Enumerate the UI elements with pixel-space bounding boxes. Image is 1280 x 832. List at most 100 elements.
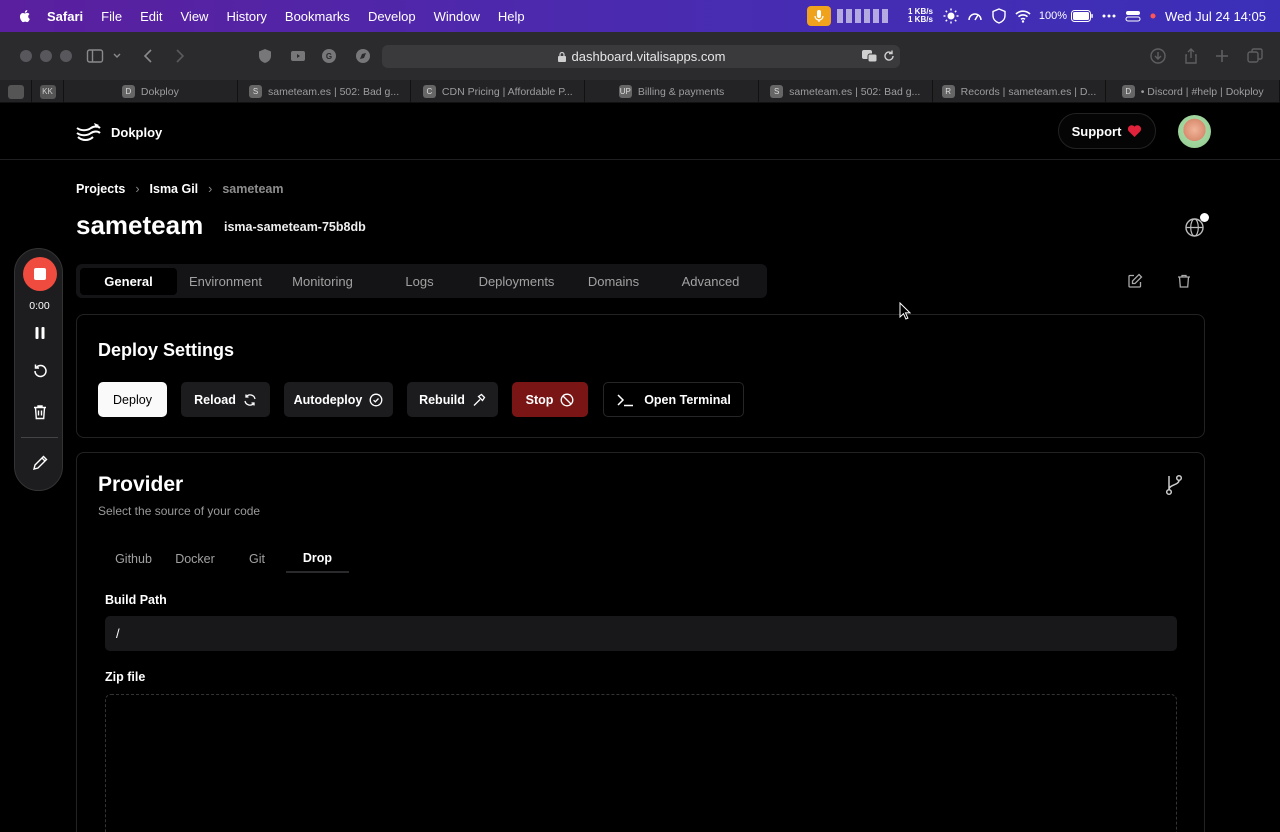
- provider-tab-git[interactable]: Git: [228, 544, 286, 573]
- microphone-icon[interactable]: [807, 6, 831, 26]
- menu-history[interactable]: History: [226, 9, 266, 24]
- open-terminal-button[interactable]: Open Terminal: [603, 382, 744, 417]
- browser-tab[interactable]: UP Billing & payments: [585, 80, 759, 103]
- tab-advanced[interactable]: Advanced: [662, 268, 759, 295]
- stop-recording-button[interactable]: [23, 257, 57, 291]
- macos-menu-bar: Safari File Edit View History Bookmarks …: [0, 0, 1280, 32]
- user-avatar[interactable]: [1178, 115, 1211, 148]
- status-dot: [1200, 213, 1209, 222]
- reload-icon[interactable]: [882, 49, 896, 63]
- tab-overview-icon[interactable]: [1246, 47, 1264, 65]
- breadcrumb-project[interactable]: Isma Gil: [150, 182, 199, 196]
- window-controls: [20, 50, 72, 62]
- menu-view[interactable]: View: [181, 9, 209, 24]
- menu-file[interactable]: File: [101, 9, 122, 24]
- tab-domains[interactable]: Domains: [565, 268, 662, 295]
- reload-button[interactable]: Reload: [181, 382, 270, 417]
- menu-edit[interactable]: Edit: [140, 9, 162, 24]
- autodeploy-button[interactable]: Autodeploy: [284, 382, 393, 417]
- chevron-down-icon[interactable]: [112, 47, 122, 65]
- provider-subtitle: Select the source of your code: [98, 504, 261, 518]
- more-icon[interactable]: [1101, 8, 1117, 24]
- provider-tab-github[interactable]: Github: [105, 544, 162, 573]
- network-speed[interactable]: 1 KB/s 1 KB/s: [908, 8, 933, 24]
- delete-recording-icon[interactable]: [31, 403, 49, 421]
- menu-app-name[interactable]: Safari: [47, 9, 83, 24]
- recorder-divider: [21, 437, 58, 438]
- forward-icon[interactable]: [170, 47, 188, 65]
- pinned-tab-favicon: KK: [39, 84, 56, 99]
- minimize-window-button[interactable]: [40, 50, 52, 62]
- edit-icon[interactable]: [1127, 273, 1143, 289]
- extension-media-icon[interactable]: [289, 47, 307, 65]
- browser-tab[interactable]: R Records | sameteam.es | D...: [933, 80, 1107, 103]
- menu-bookmarks[interactable]: Bookmarks: [285, 9, 350, 24]
- close-window-button[interactable]: [20, 50, 32, 62]
- provider-tab-docker[interactable]: Docker: [162, 544, 228, 573]
- back-icon[interactable]: [140, 47, 158, 65]
- wifi-icon[interactable]: [1015, 8, 1031, 24]
- battery-icon[interactable]: [1071, 8, 1093, 24]
- tab-environment[interactable]: Environment: [177, 268, 274, 295]
- support-button[interactable]: Support: [1058, 113, 1156, 149]
- browser-tab[interactable]: Ssameteam.es | 502: Bad g...: [759, 80, 933, 103]
- translate-icon[interactable]: [861, 48, 878, 64]
- menu-window[interactable]: Window: [434, 9, 480, 24]
- network-down: 1 KB/s: [908, 15, 933, 24]
- download-icon[interactable]: [1149, 47, 1167, 65]
- git-branch-icon[interactable]: [1164, 474, 1184, 496]
- extension-compass-icon[interactable]: [354, 47, 372, 65]
- apple-icon[interactable]: [17, 8, 33, 24]
- browser-tab[interactable]: D Dokploy: [64, 80, 238, 103]
- tab-title: • Discord | #help | Dokploy: [1140, 85, 1264, 98]
- autodeploy-label: Autodeploy: [293, 392, 363, 407]
- zip-dropzone[interactable]: [105, 694, 1177, 832]
- browser-tab[interactable]: D • Discord | #help | Dokploy: [1106, 80, 1280, 103]
- menu-develop[interactable]: Develop: [368, 9, 416, 24]
- extension-web-icon[interactable]: G: [320, 47, 338, 65]
- breadcrumb-projects[interactable]: Projects: [76, 182, 125, 196]
- tab-title: Billing & payments: [637, 85, 725, 98]
- browser-tab[interactable]: C CDN Pricing | Affordable P...: [411, 80, 586, 103]
- globe-icon[interactable]: [1184, 213, 1209, 238]
- brightness-icon[interactable]: [943, 8, 959, 24]
- vpn-icon[interactable]: [991, 8, 1007, 24]
- trash-icon[interactable]: [1176, 273, 1192, 289]
- new-tab-icon[interactable]: [1213, 47, 1231, 65]
- extension-shield-icon[interactable]: [256, 47, 274, 65]
- pinned-tab[interactable]: KK: [32, 80, 64, 103]
- tab-deployments[interactable]: Deployments: [468, 268, 565, 295]
- tab-general[interactable]: General: [80, 267, 177, 295]
- menu-help[interactable]: Help: [498, 9, 525, 24]
- recording-time: 0:00: [29, 300, 50, 312]
- share-icon[interactable]: [1182, 47, 1200, 65]
- rebuild-button[interactable]: Rebuild: [407, 382, 498, 417]
- control-center-icon[interactable]: [1125, 8, 1141, 24]
- brand-logo[interactable]: Dokploy: [74, 120, 162, 144]
- zip-file-label: Zip file: [105, 670, 146, 684]
- lock-icon: [557, 51, 566, 62]
- page-title: sameteam: [76, 210, 204, 240]
- system-stats-icon[interactable]: [837, 9, 888, 23]
- pinned-tab[interactable]: [0, 80, 32, 103]
- refresh-icon: [244, 393, 256, 406]
- browser-tab[interactable]: Ssameteam.es | 502: Bad g...: [238, 80, 412, 103]
- deploy-button[interactable]: Deploy: [98, 382, 167, 417]
- provider-tab-drop[interactable]: Drop: [286, 544, 349, 573]
- check-circle-icon: [369, 393, 383, 406]
- service-tabs: General Environment Monitoring Logs Depl…: [76, 264, 767, 298]
- address-bar[interactable]: dashboard.vitalisapps.com: [382, 45, 900, 68]
- tab-logs[interactable]: Logs: [371, 268, 468, 295]
- pause-icon[interactable]: [31, 324, 49, 342]
- pencil-icon[interactable]: [31, 454, 49, 472]
- build-path-input[interactable]: /: [105, 616, 1177, 651]
- restart-icon[interactable]: [31, 363, 49, 381]
- menu-clock[interactable]: Wed Jul 24 14:05: [1165, 9, 1266, 24]
- zoom-window-button[interactable]: [60, 50, 72, 62]
- sidebar-toggle-icon[interactable]: [86, 47, 104, 65]
- brand-name: Dokploy: [111, 124, 163, 140]
- gauge-icon[interactable]: [967, 8, 983, 24]
- reload-label: Reload: [194, 392, 236, 407]
- tab-monitoring[interactable]: Monitoring: [274, 268, 371, 295]
- stop-button[interactable]: Stop: [512, 382, 588, 417]
